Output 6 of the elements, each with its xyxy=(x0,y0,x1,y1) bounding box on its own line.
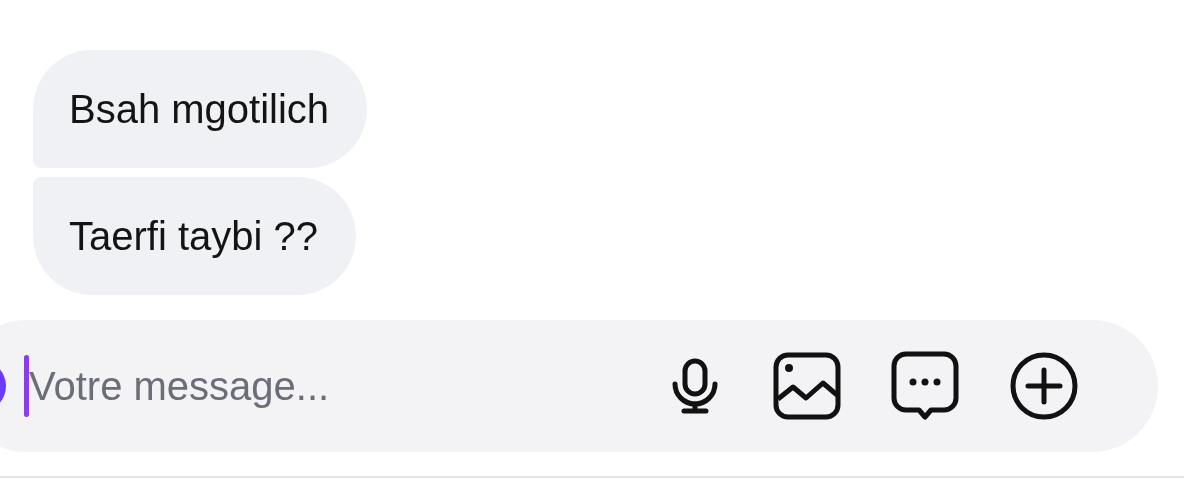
image-icon[interactable] xyxy=(773,352,841,420)
chat-bubble-icon[interactable] xyxy=(891,351,959,421)
message-bubble: Bsah mgotilich xyxy=(33,50,368,168)
message-bubble: Taerfi taybi ?? xyxy=(33,177,357,295)
message-field[interactable]: Votre message... xyxy=(29,358,589,414)
add-icon[interactable] xyxy=(1009,351,1079,421)
